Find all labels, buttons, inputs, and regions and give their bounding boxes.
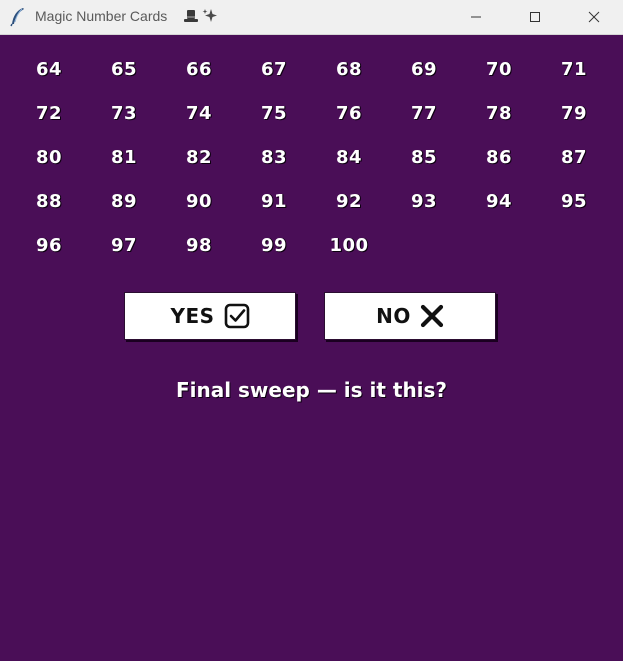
card-number: 83 (260, 147, 288, 168)
no-label: NO (376, 304, 411, 328)
card-number: 70 (485, 59, 513, 80)
card-number: 98 (185, 235, 213, 256)
card-number: 74 (185, 103, 213, 124)
card-number: 65 (110, 59, 138, 80)
card-number: 84 (335, 147, 363, 168)
card-number: 64 (35, 59, 63, 80)
card-number: 85 (410, 147, 438, 168)
card-number: 79 (560, 103, 588, 124)
card-number: 81 (110, 147, 138, 168)
prompt-text: Final sweep — is it this? (175, 378, 448, 402)
card-number: 73 (110, 103, 138, 124)
yes-button[interactable]: YES (124, 292, 296, 340)
app-window: Magic Number Cards 64 65 66 67 68 69 70 … (0, 0, 623, 661)
card-number: 97 (110, 235, 138, 256)
card-number: 80 (35, 147, 63, 168)
card-number: 88 (35, 191, 63, 212)
card-number: 87 (560, 147, 588, 168)
card-number: 92 (335, 191, 363, 212)
card-number: 75 (260, 103, 288, 124)
card-number: 72 (35, 103, 63, 124)
card-number: 77 (410, 103, 438, 124)
card-number: 89 (110, 191, 138, 212)
card-number: 86 (485, 147, 513, 168)
card-number: 82 (185, 147, 213, 168)
no-button[interactable]: NO (324, 292, 496, 340)
card-number: 93 (410, 191, 438, 212)
card-number: 100 (329, 235, 369, 256)
card-number: 99 (260, 235, 288, 256)
card-number: 67 (260, 59, 288, 80)
number-card: 64 65 66 67 68 69 70 71 72 73 74 75 76 77 78 79 80 81 82 83… (0, 0, 623, 270)
card-number: 96 (35, 235, 63, 256)
yes-label: YES (170, 304, 215, 328)
card-number: 91 (260, 191, 288, 212)
checkbox-icon (224, 303, 249, 329)
card-number: 66 (185, 59, 213, 80)
card-number: 90 (185, 191, 213, 212)
card-number: 76 (335, 103, 363, 124)
card-number: 95 (560, 191, 588, 212)
card-number: 78 (485, 103, 513, 124)
card-number: 69 (410, 59, 438, 80)
card-number: 94 (485, 191, 513, 212)
cross-icon (420, 304, 443, 328)
card-number: 71 (560, 59, 588, 80)
card-number: 68 (335, 59, 363, 80)
